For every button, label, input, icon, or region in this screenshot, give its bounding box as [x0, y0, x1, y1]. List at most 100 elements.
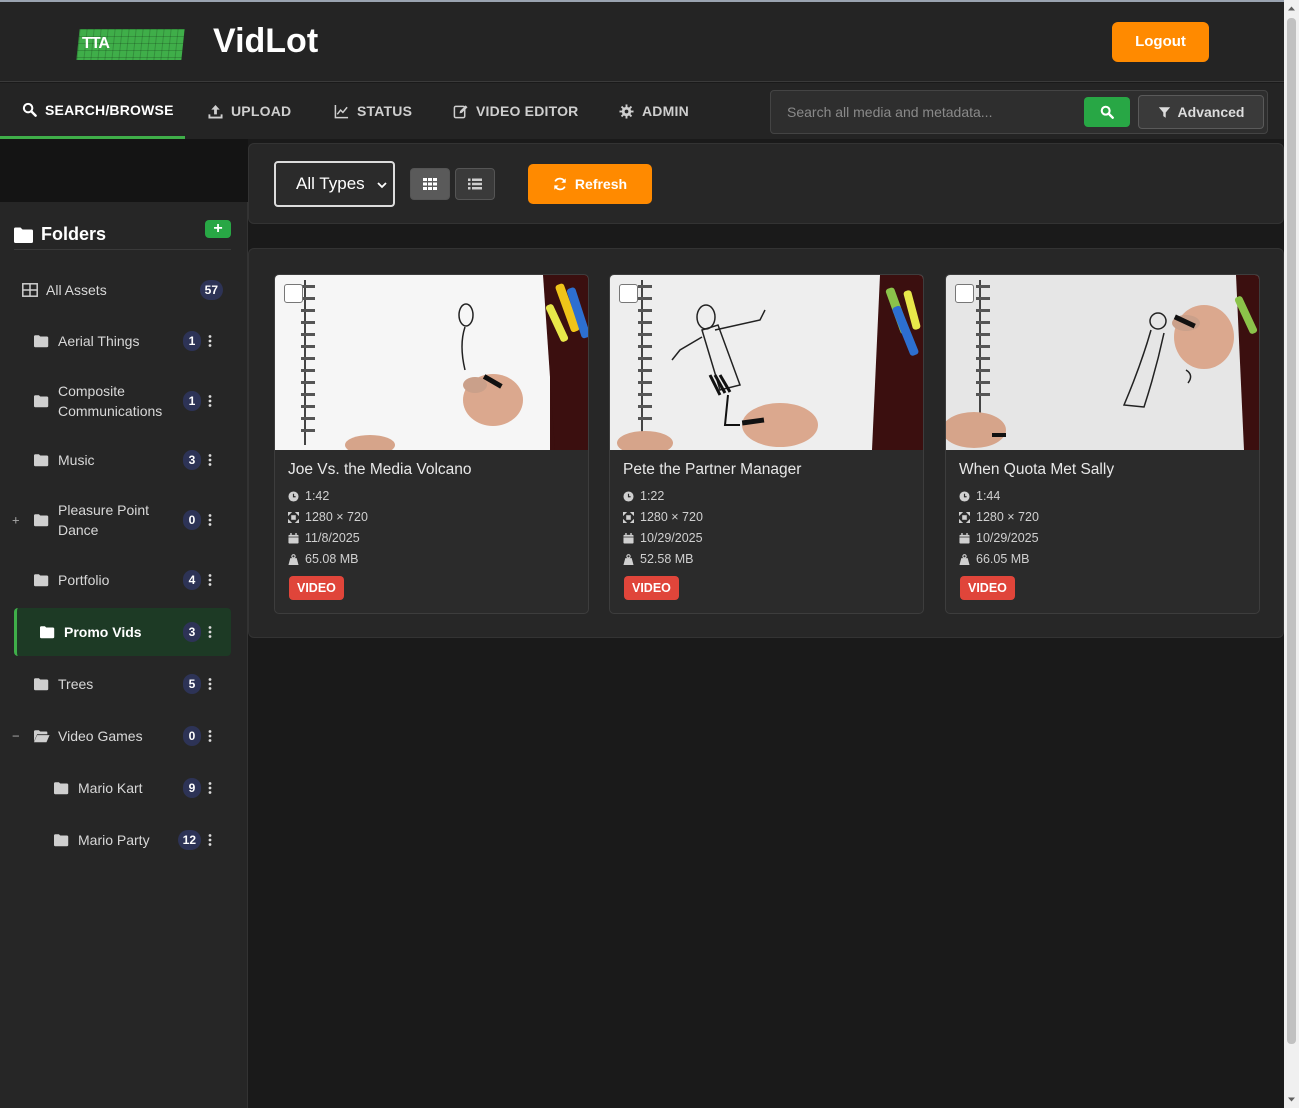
folder-label: Portfolio	[58, 572, 110, 588]
asset-card[interactable]: Pete the Partner Manager 1:22 1280 × 720…	[609, 274, 924, 614]
folder-icon	[34, 574, 49, 587]
sidebar-top-spacer	[0, 139, 248, 202]
select-checkbox[interactable]	[619, 284, 638, 303]
sidebar-item-aerial-things[interactable]: Aerial Things 1	[14, 317, 231, 365]
type-filter-select[interactable]: All Types	[274, 161, 395, 207]
tab-label: ADMIN	[642, 103, 689, 119]
asset-title: Joe Vs. the Media Volcano	[288, 461, 472, 478]
asset-resolution: 1280 × 720	[288, 510, 368, 524]
asset-title: When Quota Met Sally	[959, 461, 1115, 478]
tab-admin[interactable]: ADMIN	[619, 83, 689, 139]
video-thumbnail[interactable]	[275, 275, 588, 450]
kebab-menu-icon[interactable]	[208, 335, 212, 347]
asset-size: 66.05 MB	[959, 552, 1030, 566]
app-logo[interactable]: TTA	[76, 29, 185, 60]
sidebar-item-promo-vids[interactable]: Promo Vids 3	[14, 608, 231, 656]
search-submit-button[interactable]	[1084, 97, 1130, 127]
scroll-down-arrow-icon[interactable]	[1287, 1095, 1296, 1104]
sidebar-item-mario-party[interactable]: Mario Party 12	[14, 816, 231, 864]
folders-header: Folders +	[14, 220, 231, 250]
asset-size: 52.58 MB	[623, 552, 694, 566]
search-input[interactable]	[777, 97, 1077, 127]
folder-count-badge: 3	[183, 622, 201, 642]
sidebar-item-music[interactable]: Music 3	[14, 436, 231, 484]
kebab-menu-icon[interactable]	[208, 730, 212, 742]
browse-toolbar: All Types Refresh	[248, 143, 1284, 224]
calendar-icon	[288, 532, 299, 544]
kebab-menu-icon[interactable]	[208, 574, 212, 586]
clock-icon	[623, 490, 634, 502]
folder-label: Trees	[58, 676, 94, 692]
asset-date: 10/29/2025	[959, 531, 1039, 545]
page-scrollbar[interactable]	[1284, 0, 1299, 1108]
weight-icon	[959, 553, 970, 565]
add-folder-button[interactable]: +	[205, 220, 231, 238]
sidebar-item-composite-communications[interactable]: Composite Communications 1	[14, 366, 231, 436]
grid-view-button[interactable]	[410, 168, 450, 200]
advanced-search-button[interactable]: Advanced	[1138, 95, 1264, 129]
size-value: 66.05 MB	[976, 552, 1030, 566]
duration-value: 1:22	[640, 489, 665, 503]
select-checkbox[interactable]	[284, 284, 303, 303]
folder-icon	[34, 678, 49, 691]
main-nav: SEARCH/BROWSE UPLOAD STATUS VIDEO EDITOR…	[0, 83, 1284, 139]
folder-label: Promo Vids	[64, 624, 142, 640]
search-icon	[1100, 105, 1114, 119]
kebab-menu-icon[interactable]	[208, 782, 212, 794]
folder-icon	[34, 395, 49, 408]
list-view-button[interactable]	[455, 168, 495, 200]
scroll-up-arrow-icon[interactable]	[1287, 4, 1296, 13]
video-thumbnail[interactable]	[946, 275, 1259, 450]
resolution-value: 1280 × 720	[640, 510, 703, 524]
folder-icon	[14, 227, 33, 243]
kebab-menu-icon[interactable]	[208, 834, 212, 846]
asset-card[interactable]: When Quota Met Sally 1:44 1280 × 720 10/…	[945, 274, 1260, 614]
grid-view-icon	[423, 178, 437, 190]
folder-count-badge: 5	[183, 674, 201, 694]
folder-label: Aerial Things	[58, 333, 140, 349]
duration-value: 1:44	[976, 489, 1001, 503]
sidebar-item-mario-kart[interactable]: Mario Kart 9	[14, 764, 231, 812]
folder-count-badge: 1	[183, 391, 201, 411]
folder-icon	[40, 626, 55, 639]
asset-resolution: 1280 × 720	[623, 510, 703, 524]
search-icon	[22, 102, 37, 117]
asset-card[interactable]: Joe Vs. the Media Volcano 1:42 1280 × 72…	[274, 274, 589, 614]
expand-icon	[959, 511, 970, 523]
asset-resolution: 1280 × 720	[959, 510, 1039, 524]
app-title: VidLot	[213, 22, 319, 60]
expand-toggle[interactable]: −	[12, 729, 20, 744]
folder-count-badge: 4	[183, 570, 201, 590]
video-thumbnail[interactable]	[610, 275, 923, 450]
kebab-menu-icon[interactable]	[208, 395, 212, 407]
folder-count-badge: 0	[183, 726, 201, 746]
folders-title: Folders	[41, 224, 107, 244]
expand-toggle[interactable]: +	[12, 513, 20, 528]
folder-count-badge: 12	[177, 830, 201, 850]
kebab-menu-icon[interactable]	[208, 454, 212, 466]
tab-video-editor[interactable]: VIDEO EDITOR	[453, 83, 579, 139]
kebab-menu-icon[interactable]	[208, 678, 212, 690]
tab-upload[interactable]: UPLOAD	[208, 83, 291, 139]
tab-search-browse[interactable]: SEARCH/BROWSE	[0, 83, 185, 139]
folder-sidebar: Folders + All Assets 57 Aerial Things 1 Co…	[0, 202, 248, 1108]
kebab-menu-icon[interactable]	[208, 626, 212, 638]
sidebar-item-video-games[interactable]: − Video Games 0	[12, 712, 231, 760]
asset-duration: 1:42	[288, 489, 329, 503]
kebab-menu-icon[interactable]	[208, 514, 212, 526]
tab-status[interactable]: STATUS	[334, 83, 412, 139]
folder-icon	[54, 834, 69, 847]
sidebar-item-pleasure-point-dance[interactable]: + Pleasure Point Dance 0	[12, 496, 231, 544]
grid-icon	[22, 283, 38, 297]
refresh-icon	[554, 177, 566, 191]
sidebar-item-trees[interactable]: Trees 5	[14, 660, 231, 708]
select-checkbox[interactable]	[955, 284, 974, 303]
clock-icon	[959, 490, 970, 502]
scrollbar-thumb[interactable]	[1287, 18, 1296, 1044]
sidebar-item-portfolio[interactable]: Portfolio 4	[14, 556, 231, 604]
logout-button[interactable]: Logout	[1112, 22, 1209, 62]
refresh-button[interactable]: Refresh	[528, 164, 652, 204]
folder-label: Pleasure Point Dance	[58, 502, 150, 538]
sidebar-item-all-assets[interactable]: All Assets 57	[14, 266, 231, 314]
edit-icon	[453, 104, 468, 118]
